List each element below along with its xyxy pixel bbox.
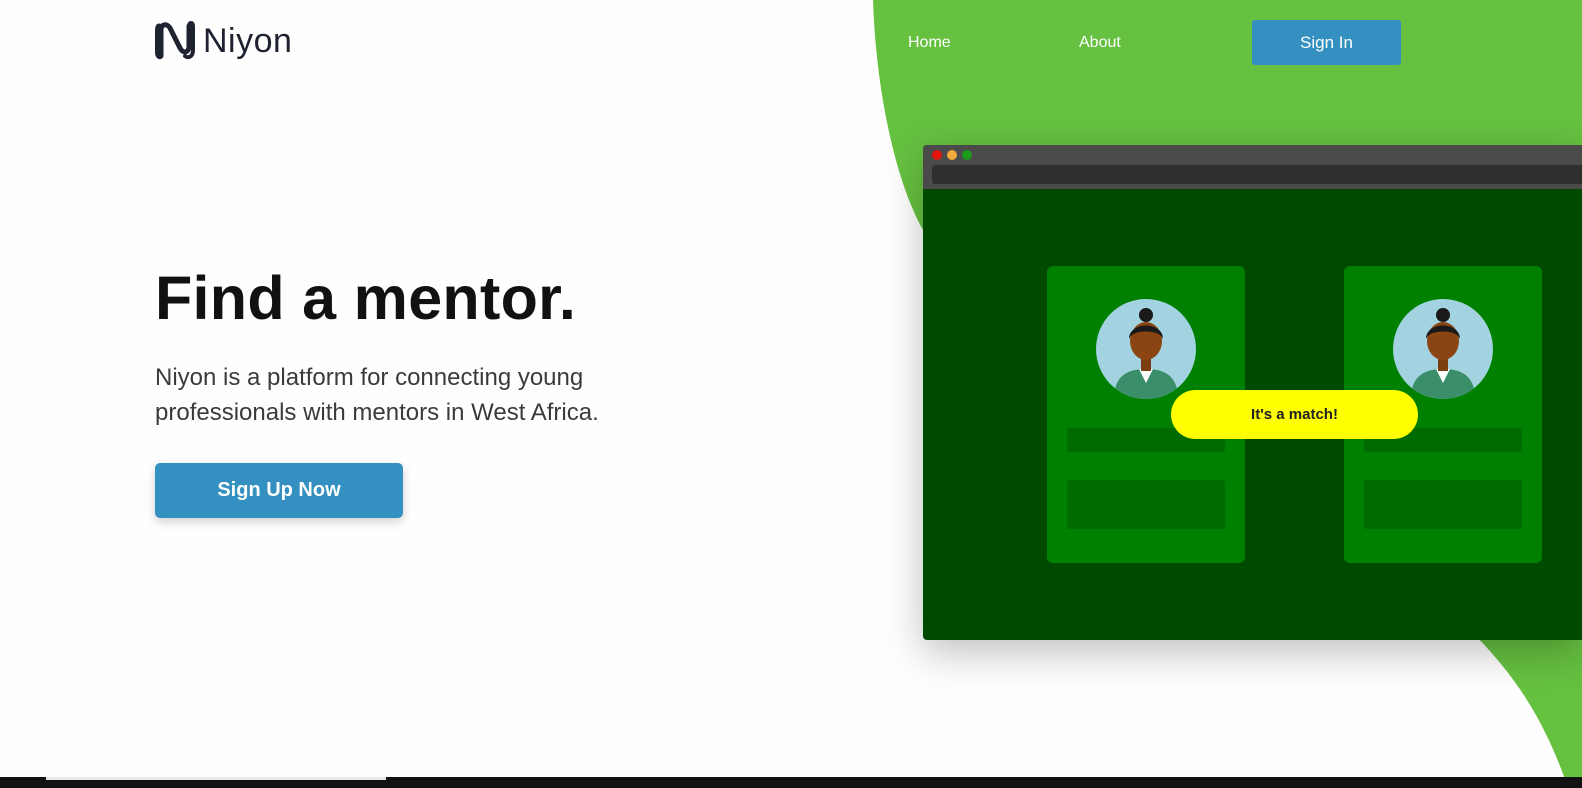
brand-logo[interactable]: Niyon [155,20,292,62]
mentee-avatar-icon [1393,299,1493,399]
card-details-placeholder [1364,480,1522,529]
browser-mockup-illustration: It's a match! [923,145,1582,640]
nav-about-link[interactable]: About [1079,34,1121,52]
browser-url-bar [932,165,1582,184]
match-badge: It's a match! [1171,390,1418,439]
brand-name: Niyon [203,21,293,60]
sign-in-button[interactable]: Sign In [1252,20,1401,65]
window-close-dot-icon [932,150,942,160]
sign-up-now-button[interactable]: Sign Up Now [155,463,403,518]
nav-home-link[interactable]: Home [908,34,951,52]
hero-title: Find a mentor. [155,264,577,332]
browser-toolbar [923,145,1582,189]
window-minimize-dot-icon [947,150,957,160]
window-maximize-dot-icon [962,150,972,160]
niyon-n-logo-icon [155,21,195,60]
hero-subtitle: Niyon is a platform for connecting young… [155,364,599,426]
bottom-scroll-bar[interactable] [0,777,1582,788]
bottom-bar-highlight [46,777,386,780]
mentor-avatar-icon [1096,299,1196,399]
card-details-placeholder [1067,480,1225,529]
